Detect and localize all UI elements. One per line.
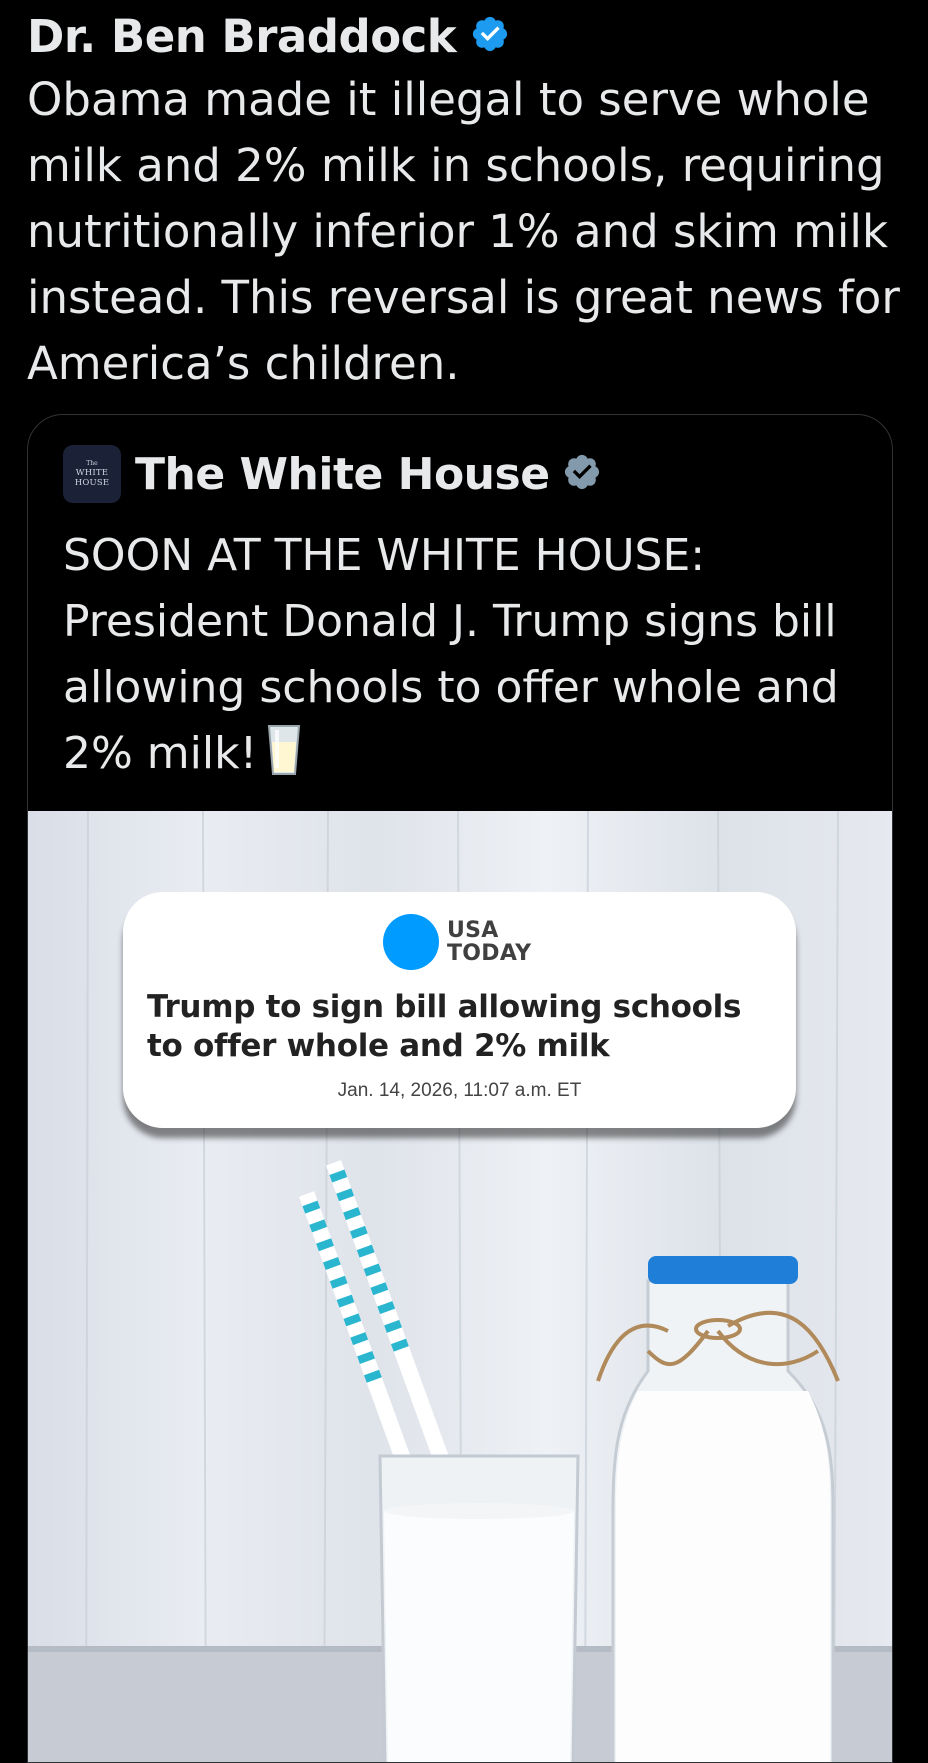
quoted-tweet-text: SOON AT THE WHITE HOUSE: President Donal… — [63, 523, 883, 795]
logo-line-1: USA — [447, 918, 499, 943]
quoted-author-row: The WHITE HOUSE The White House — [63, 443, 602, 505]
milk-glass-icon — [267, 724, 301, 795]
white-house-avatar[interactable]: The WHITE HOUSE — [63, 445, 121, 503]
usa-today-dot-icon — [383, 914, 439, 970]
government-badge-icon[interactable] — [562, 452, 602, 496]
author-row: Dr. Ben Braddock — [27, 8, 510, 64]
logo-line-2: TODAY — [447, 941, 532, 966]
quoted-tweet-body: SOON AT THE WHITE HOUSE: President Donal… — [63, 530, 839, 779]
quoted-tweet-image[interactable]: USA TODAY Trump to sign bill allowing sc… — [28, 811, 892, 1762]
usa-today-wordmark: USA TODAY — [447, 919, 531, 965]
verified-badge-icon[interactable] — [470, 14, 510, 58]
news-headline: Trump to sign bill allowing schools to o… — [147, 989, 742, 1064]
avatar-line-1: The — [86, 460, 98, 467]
tweet: Dr. Ben Braddock Obama made it illegal t… — [0, 0, 928, 1763]
news-date: Jan. 14, 2026, 11:07 a.m. ET — [337, 1080, 582, 1101]
avatar-line-3: HOUSE — [74, 478, 110, 488]
quoted-tweet[interactable]: The WHITE HOUSE The White House SOON AT … — [27, 414, 893, 1763]
avatar-line-2: WHITE — [75, 468, 109, 478]
news-headline-card: USA TODAY Trump to sign bill allowing sc… — [123, 892, 796, 1128]
quoted-author-name[interactable]: The White House — [135, 449, 550, 500]
usa-today-logo: USA TODAY — [383, 914, 531, 970]
tweet-text: Obama made it illegal to serve whole mil… — [27, 73, 900, 390]
author-name[interactable]: Dr. Ben Braddock — [27, 10, 457, 63]
